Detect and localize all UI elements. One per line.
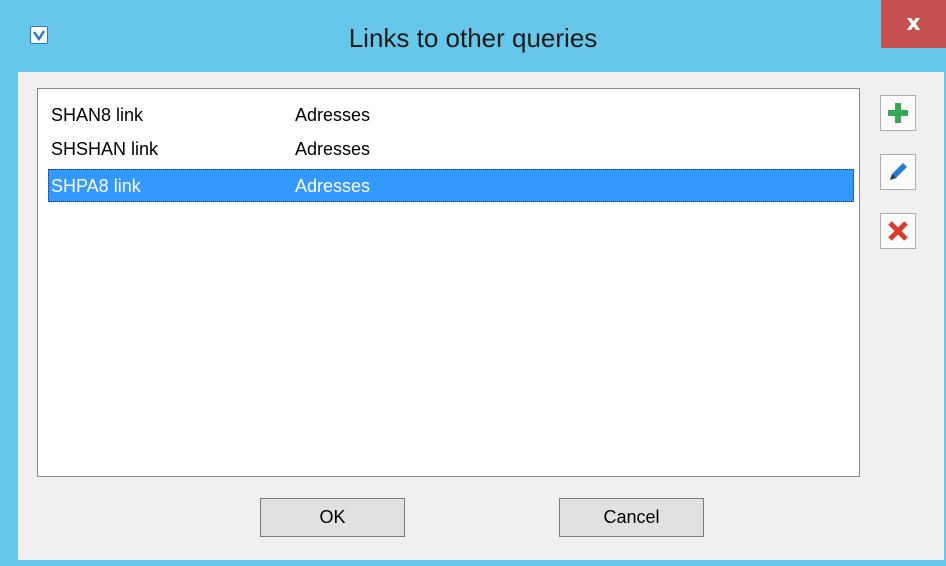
edit-link-button[interactable] [880, 154, 916, 190]
link-target: Adresses [295, 105, 371, 125]
list-item[interactable]: SHAN8 link Adresses [48, 98, 854, 131]
delete-link-button[interactable] [880, 213, 916, 249]
dialog-window: Links to other queries x SHAN8 link Adre… [0, 0, 946, 566]
link-target: Adresses [295, 139, 371, 159]
cancel-button[interactable]: Cancel [559, 498, 704, 537]
link-name: SHPA8 link [51, 176, 141, 196]
links-list[interactable]: SHAN8 link Adresses SHSHAN link Adresses… [37, 88, 860, 477]
window-title: Links to other queries [348, 23, 598, 53]
link-name: SHAN8 link [51, 105, 144, 125]
list-item[interactable]: SHSHAN link Adresses [48, 132, 854, 165]
dialog-body: SHAN8 link Adresses SHSHAN link Adresses… [18, 72, 944, 560]
title-bar[interactable]: Links to other queries x [0, 0, 946, 72]
link-name: SHSHAN link [51, 139, 159, 159]
close-button[interactable]: x [881, 0, 946, 48]
add-link-button[interactable] [880, 95, 916, 131]
list-item-selected[interactable]: SHPA8 link Adresses [48, 169, 854, 202]
ok-button[interactable]: OK [260, 498, 405, 537]
link-target: Adresses [295, 176, 371, 196]
